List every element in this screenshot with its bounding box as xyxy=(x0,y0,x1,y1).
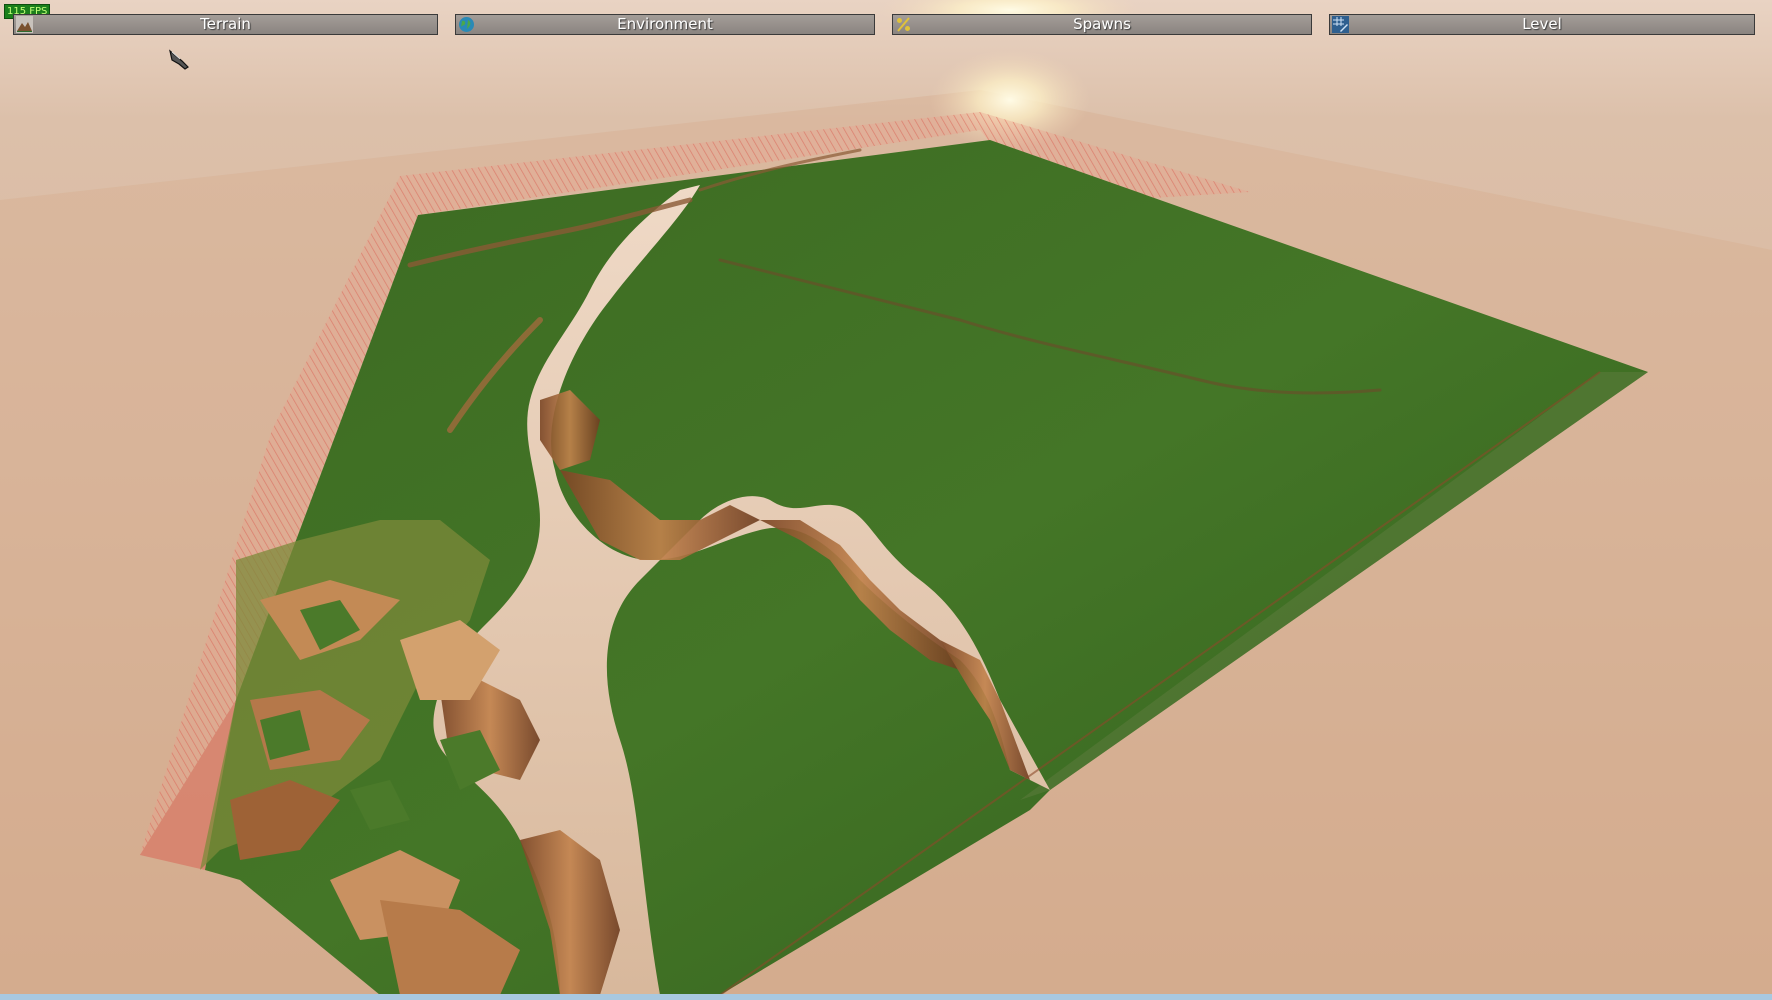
percent-icon xyxy=(897,17,910,32)
tab-terrain-label: Terrain xyxy=(200,15,251,33)
terrain-icon xyxy=(16,16,33,33)
tab-spawns-label: Spawns xyxy=(1073,15,1131,33)
tab-spawns[interactable]: Spawns xyxy=(892,14,1312,35)
globe-icon xyxy=(459,17,474,32)
tab-terrain[interactable]: Terrain xyxy=(13,14,438,35)
tab-environment[interactable]: Environment xyxy=(455,14,875,35)
bottom-status-strip xyxy=(0,994,1772,1000)
tab-level-label: Level xyxy=(1522,15,1562,33)
tab-level[interactable]: Level xyxy=(1329,14,1755,35)
terrain-viewport[interactable] xyxy=(0,0,1772,995)
tab-environment-label: Environment xyxy=(617,15,713,33)
level-grid-icon xyxy=(1332,16,1349,33)
terrain-scene[interactable] xyxy=(0,0,1772,995)
mouse-cursor-icon xyxy=(169,49,189,70)
